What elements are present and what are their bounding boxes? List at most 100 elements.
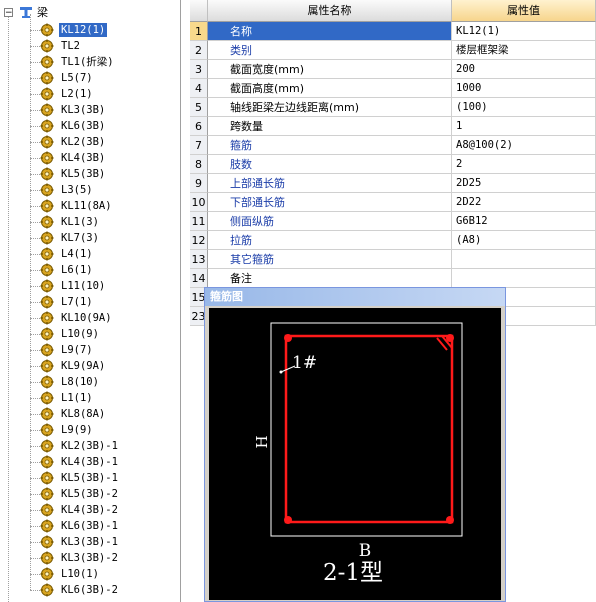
- beam-component-icon: [40, 439, 54, 453]
- tree-item[interactable]: KL5(3B)-1: [0, 462, 180, 486]
- property-row[interactable]: 2 类别 楼层框架梁: [190, 41, 596, 60]
- tree-item[interactable]: L10(1): [0, 558, 180, 582]
- property-row[interactable]: 10 下部通长筋 2D22: [190, 193, 596, 212]
- tree-item[interactable]: L11(10): [0, 270, 180, 294]
- property-row[interactable]: 7 箍筋 A8@100(2): [190, 136, 596, 155]
- tree-item-label: KL3(3B)-1: [61, 536, 118, 548]
- window-title[interactable]: 箍筋图: [205, 288, 505, 306]
- property-row[interactable]: 14 备注: [190, 269, 596, 288]
- tree-item[interactable]: KL10(9A): [0, 302, 180, 326]
- property-name-header[interactable]: 属性名称: [208, 0, 452, 22]
- row-number: 14: [190, 269, 208, 288]
- property-value[interactable]: 1: [452, 117, 596, 136]
- property-row[interactable]: 13 其它箍筋: [190, 250, 596, 269]
- property-value[interactable]: KL12(1): [452, 22, 596, 41]
- tree-guide: [30, 430, 31, 446]
- property-value[interactable]: G6B12: [452, 212, 596, 231]
- property-value-header[interactable]: 属性值: [452, 0, 596, 22]
- tree-item[interactable]: KL4(3B)-2: [0, 494, 180, 518]
- property-value[interactable]: 200: [452, 60, 596, 79]
- tree-root-label: 梁: [37, 6, 48, 19]
- tree-item[interactable]: KL9(9A): [0, 350, 180, 374]
- property-row[interactable]: 6 跨数量 1: [190, 117, 596, 136]
- row-number: 4: [190, 79, 208, 98]
- tree-item[interactable]: L9(9): [0, 414, 180, 438]
- tree-item[interactable]: L3(5): [0, 174, 180, 198]
- tree-guide: [30, 526, 40, 527]
- stirrup-diagram-window[interactable]: 箍筋图 1# H B 2-1型: [204, 287, 506, 602]
- property-value[interactable]: 2D25: [452, 174, 596, 193]
- property-value[interactable]: [452, 250, 596, 269]
- tree-item[interactable]: KL12(1): [0, 14, 180, 38]
- property-value[interactable]: (A8): [452, 231, 596, 250]
- tree-item-label: KL5(3B)-1: [61, 472, 118, 484]
- property-value[interactable]: (100): [452, 98, 596, 117]
- tree-item[interactable]: L2(1): [0, 78, 180, 102]
- property-row[interactable]: 12 拉筋 (A8): [190, 231, 596, 250]
- property-row[interactable]: 5 轴线距梁左边线距离(mm) (100): [190, 98, 596, 117]
- property-row[interactable]: 4 截面高度(mm) 1000: [190, 79, 596, 98]
- tree-item[interactable]: KL2(3B)-1: [0, 430, 180, 454]
- tree-item[interactable]: KL5(3B): [0, 158, 180, 182]
- tree-item[interactable]: KL11(8A): [0, 190, 180, 214]
- tree-item-list: KL12(1) TL2 TL1(折梁) L5(7) L2(1) KL3(3B) KL6(3B…: [0, 14, 180, 598]
- tree-item[interactable]: TL1(折梁): [0, 46, 180, 70]
- property-value[interactable]: A8@100(2): [452, 136, 596, 155]
- tree-item[interactable]: L4(1): [0, 238, 180, 262]
- tree-item[interactable]: KL1(3): [0, 206, 180, 230]
- tree-item[interactable]: KL7(3): [0, 222, 180, 246]
- property-value[interactable]: [452, 269, 596, 288]
- property-row[interactable]: 1 名称 KL12(1): [190, 22, 596, 41]
- property-row[interactable]: 9 上部通长筋 2D25: [190, 174, 596, 193]
- tree-item[interactable]: KL2(3B): [0, 126, 180, 150]
- tree-item[interactable]: L1(1): [0, 382, 180, 406]
- property-row[interactable]: 8 肢数 2: [190, 155, 596, 174]
- tree-item[interactable]: KL5(3B)-2: [0, 478, 180, 502]
- tree-item[interactable]: KL6(3B): [0, 110, 180, 134]
- beam-component-icon: [40, 471, 54, 485]
- tree-item[interactable]: KL4(3B)-1: [0, 446, 180, 470]
- tree-item-label: KL11(8A): [61, 200, 112, 212]
- tree-item[interactable]: L6(1): [0, 254, 180, 278]
- property-value[interactable]: 楼层框架梁: [452, 41, 596, 60]
- tree-guide: [30, 542, 40, 543]
- tree-item[interactable]: L9(7): [0, 334, 180, 358]
- tree-item[interactable]: L5(7): [0, 62, 180, 86]
- property-value[interactable]: 2: [452, 155, 596, 174]
- tree-item[interactable]: L7(1): [0, 286, 180, 310]
- collapse-toggle-icon[interactable]: −: [4, 7, 13, 17]
- tree-item[interactable]: L8(10): [0, 366, 180, 390]
- property-row[interactable]: 3 截面宽度(mm) 200: [190, 60, 596, 79]
- tree-guide: [30, 590, 40, 591]
- property-value[interactable]: 1000: [452, 79, 596, 98]
- tree-guide: [30, 78, 40, 79]
- tree-item-label: KL2(3B)-1: [61, 440, 118, 452]
- tree-item[interactable]: KL6(3B)-2: [0, 574, 180, 598]
- tree-guide: [30, 574, 40, 575]
- property-name: 其它箍筋: [208, 250, 452, 269]
- beam-component-icon: [40, 199, 54, 213]
- property-value[interactable]: 2D22: [452, 193, 596, 212]
- tree-item-label: L11(10): [61, 280, 106, 292]
- property-name: 箍筋: [208, 136, 452, 155]
- tree-guide: [30, 286, 31, 302]
- tree-item[interactable]: L10(9): [0, 318, 180, 342]
- tree-item-label: KL1(3): [61, 216, 99, 228]
- tree-item[interactable]: KL3(3B): [0, 94, 180, 118]
- tree-item-label: KL2(3B): [61, 136, 106, 148]
- tree-root[interactable]: − 梁: [4, 4, 48, 20]
- tree-guide: [30, 142, 40, 143]
- tree-item[interactable]: KL4(3B): [0, 142, 180, 166]
- beam-component-icon: [40, 327, 54, 341]
- tree-item[interactable]: KL8(8A): [0, 398, 180, 422]
- tree-item[interactable]: KL3(3B)-2: [0, 542, 180, 566]
- tree-item[interactable]: KL6(3B)-1: [0, 510, 180, 534]
- tree-item-label: L3(5): [61, 184, 93, 196]
- leader-dot: [279, 370, 283, 374]
- tree-item[interactable]: KL3(3B)-1: [0, 526, 180, 550]
- tree-item[interactable]: TL2: [0, 30, 180, 54]
- beam-component-icon: [40, 407, 54, 421]
- tree-guide: [30, 494, 31, 510]
- property-row[interactable]: 11 侧面纵筋 G6B12: [190, 212, 596, 231]
- beam-component-icon: [40, 71, 54, 85]
